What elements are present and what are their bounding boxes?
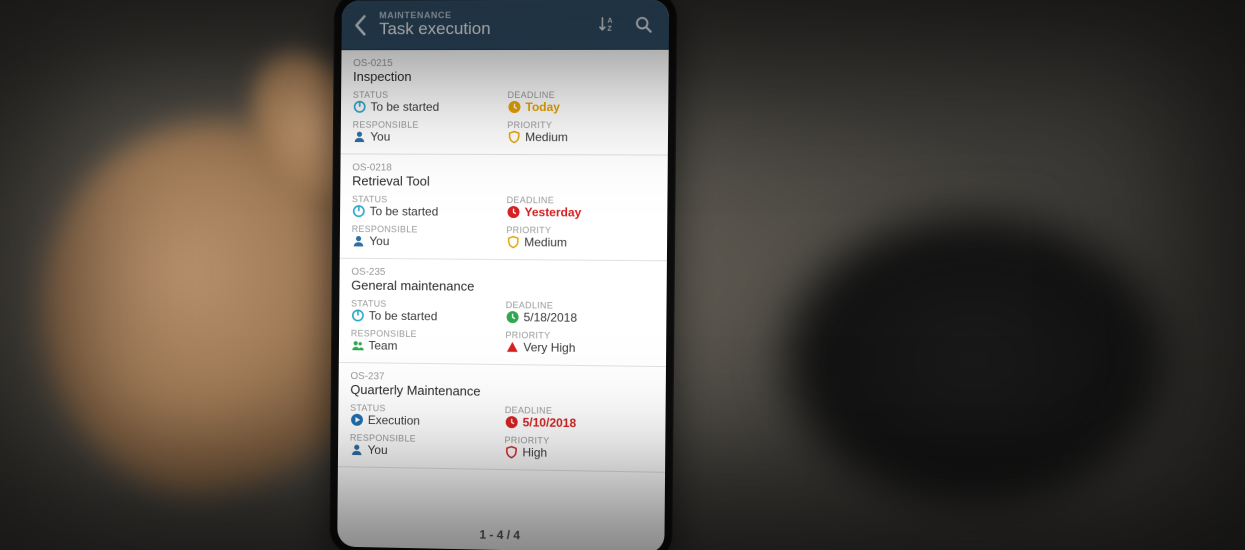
header-titles: MAINTENANCE Task execution	[379, 11, 586, 39]
deadline-text: 5/18/2018	[524, 311, 578, 324]
status-value: To be started	[352, 204, 499, 219]
clock-solid-icon	[507, 100, 521, 114]
priority-value: High	[504, 445, 653, 461]
task-list[interactable]: OS-0215InspectionSTATUSTo be startedDEAD…	[337, 50, 668, 523]
task-name: General maintenance	[351, 278, 654, 296]
chevron-left-icon	[353, 14, 367, 36]
field-priority: PRIORITYVery High	[505, 330, 654, 356]
task-card[interactable]: OS-0215Inspection STATUSTo be started DEAD…	[341, 50, 669, 156]
task-card[interactable]: OS-0218Retrieval ToolSTATUSTo be started…	[340, 154, 668, 261]
svg-text:Z: Z	[607, 25, 612, 32]
responsible-value: You	[352, 234, 499, 249]
responsible-text: You	[369, 235, 389, 247]
status-text: To be started	[371, 101, 440, 113]
task-name: Inspection	[353, 69, 656, 84]
field-responsible: RESPONSIBLEYou	[350, 433, 497, 459]
priority-text: Medium	[525, 131, 568, 143]
field-deadline: DEADLINEYesterday	[506, 195, 655, 220]
priority-text: High	[522, 446, 547, 458]
deadline-value: 5/10/2018	[505, 415, 654, 431]
responsible-value: You	[350, 443, 497, 459]
clock-solid-icon	[506, 310, 520, 324]
app-screen: MAINTENANCE Task execution A Z OS-0215In…	[337, 0, 669, 550]
field-deadline: DEADLINEToday	[507, 90, 656, 114]
shield-outline-icon	[504, 445, 518, 459]
task-fields: STATUSTo be started DEADLINE5/18/2018 RESP…	[351, 299, 655, 356]
phone-frame: MAINTENANCE Task execution A Z OS-0215In…	[329, 0, 677, 550]
page-title: Task execution	[379, 20, 586, 38]
triangle-icon	[505, 340, 519, 354]
deadline-value: Today	[507, 100, 656, 114]
task-name: Retrieval Tool	[352, 173, 655, 189]
app-header: MAINTENANCE Task execution A Z	[341, 0, 669, 50]
field-status: STATUSTo be started	[351, 299, 498, 324]
priority-value: Medium	[507, 130, 656, 144]
power-icon	[352, 204, 366, 218]
priority-value: Medium	[506, 235, 655, 250]
power-icon	[351, 308, 365, 322]
search-button[interactable]	[628, 0, 659, 49]
sort-button[interactable]: A Z	[592, 0, 623, 49]
field-status: STATUSTo be started	[353, 90, 500, 114]
person-icon	[352, 130, 366, 144]
clock-solid-icon	[506, 205, 520, 219]
field-priority: PRIORITYMedium	[507, 120, 656, 144]
team-icon	[351, 338, 365, 352]
shield-outline-icon	[507, 130, 521, 144]
status-text: Execution	[368, 414, 420, 427]
deadline-text: Yesterday	[524, 206, 581, 218]
field-responsible: RESPONSIBLETeam	[351, 328, 498, 354]
deadline-value: Yesterday	[506, 205, 655, 220]
status-value: To be started	[353, 100, 500, 114]
responsible-text: You	[368, 444, 388, 456]
responsible-label: RESPONSIBLE	[353, 120, 500, 130]
clock-solid-icon	[505, 415, 519, 429]
task-card[interactable]: OS-235General maintenanceSTATUSTo be sta…	[339, 259, 667, 367]
status-value: Execution	[350, 413, 497, 429]
priority-label: PRIORITY	[507, 120, 656, 130]
status-label: STATUS	[353, 90, 500, 100]
field-deadline: DEADLINE5/10/2018	[505, 405, 654, 431]
responsible-text: Team	[368, 339, 397, 351]
task-fields: STATUSTo be started DEADLINEYesterday RESP…	[352, 194, 656, 250]
task-card[interactable]: OS-237Quarterly MaintenanceSTATUSExecuti…	[338, 363, 666, 473]
task-id: OS-0215	[353, 58, 656, 69]
priority-value: Very High	[505, 340, 654, 356]
person-icon	[352, 234, 366, 248]
status-text: To be started	[369, 310, 438, 323]
search-icon	[634, 14, 654, 34]
responsible-value: You	[352, 130, 499, 144]
play-icon	[350, 413, 364, 427]
deadline-label: DEADLINE	[508, 90, 657, 100]
status-text: To be started	[370, 205, 439, 217]
deadline-text: Today	[525, 101, 560, 113]
responsible-text: You	[370, 131, 390, 143]
task-name: Quarterly Maintenance	[350, 382, 653, 401]
pager: 1 - 4 / 4	[337, 517, 664, 550]
priority-text: Very High	[523, 341, 575, 354]
task-fields: STATUSExecution DEADLINE5/10/2018 RESPONSI…	[350, 403, 654, 462]
field-priority: PRIORITYHigh	[504, 435, 653, 461]
priority-text: Medium	[524, 236, 567, 248]
svg-text:A: A	[607, 17, 612, 24]
background-object	[765, 200, 1185, 520]
field-responsible: RESPONSIBLEYou	[352, 224, 499, 249]
field-deadline: DEADLINE5/18/2018	[506, 300, 655, 326]
deadline-value: 5/18/2018	[506, 310, 655, 326]
field-status: STATUSTo be started	[352, 194, 499, 219]
field-status: STATUSExecution	[350, 403, 497, 429]
person-icon	[350, 443, 364, 457]
deadline-text: 5/10/2018	[523, 416, 577, 429]
power-icon	[353, 100, 367, 114]
shield-outline-icon	[506, 235, 520, 249]
task-fields: STATUSTo be started DEADLINEToday RESPONSI…	[352, 90, 656, 145]
sort-az-icon: A Z	[597, 14, 617, 34]
field-priority: PRIORITYMedium	[506, 225, 655, 250]
responsible-value: Team	[351, 338, 498, 354]
field-responsible: RESPONSIBLEYou	[352, 120, 499, 144]
back-button[interactable]	[347, 0, 373, 49]
status-value: To be started	[351, 308, 498, 324]
